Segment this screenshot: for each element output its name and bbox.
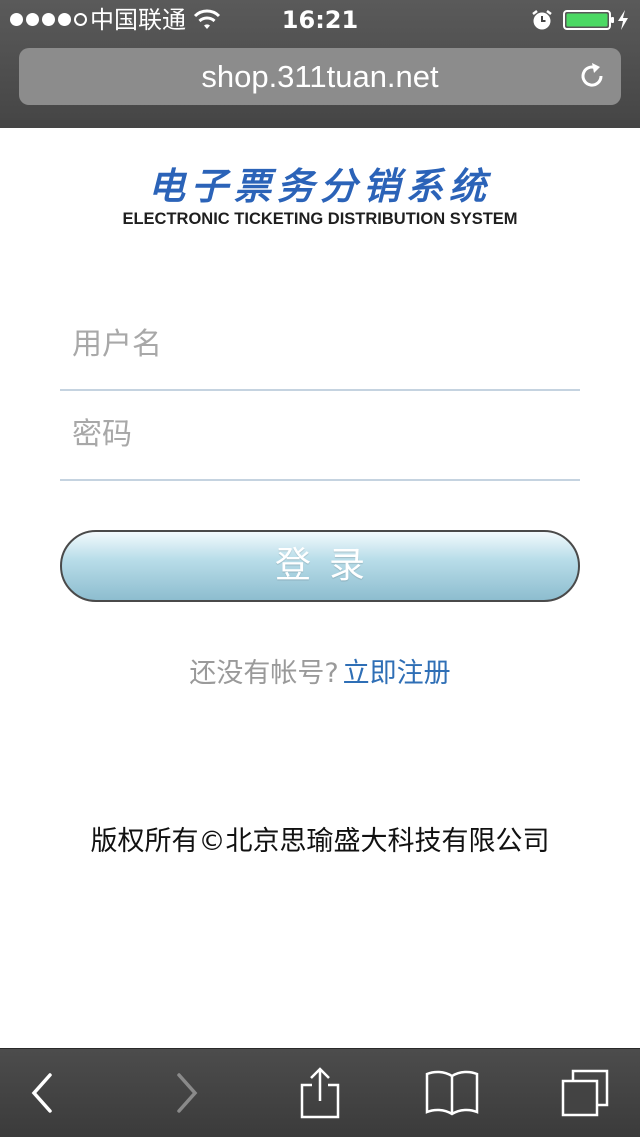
tabs-button[interactable] <box>545 1049 625 1137</box>
register-link[interactable]: 立即注册 <box>343 658 451 689</box>
logo-title-cn: 电子票务分销系统 <box>148 164 492 208</box>
battery-icon <box>563 10 614 30</box>
tabs-icon <box>561 1069 609 1117</box>
back-button[interactable] <box>3 1049 83 1137</box>
url-text[interactable]: shop.311tuan.net <box>19 48 621 105</box>
login-button[interactable]: 登录 <box>60 530 580 602</box>
address-bar[interactable]: shop.311tuan.net <box>19 48 621 105</box>
charging-icon <box>618 10 628 30</box>
forward-icon <box>177 1073 198 1113</box>
username-input[interactable] <box>60 319 580 369</box>
bookmarks-icon <box>425 1070 479 1116</box>
browser-toolbar <box>0 1048 640 1137</box>
password-input[interactable] <box>60 409 580 459</box>
alarm-icon <box>532 10 552 30</box>
password-field <box>60 391 580 481</box>
share-icon <box>300 1067 340 1119</box>
register-question: 还没有帐号? <box>189 658 339 689</box>
username-field <box>60 301 580 391</box>
share-button[interactable] <box>280 1049 360 1137</box>
forward-button[interactable] <box>146 1049 226 1137</box>
logo-title-en: ELECTRONIC TICKETING DISTRIBUTION SYSTEM <box>122 210 518 228</box>
back-icon <box>31 1073 52 1113</box>
reload-icon[interactable] <box>577 61 607 91</box>
status-bar: 中国联通 16:21 <box>0 0 640 40</box>
copyright-text: 版权所有©北京思瑜盛大科技有限公司 <box>90 826 550 857</box>
register-prompt: 还没有帐号? 立即注册 <box>0 655 640 693</box>
browser-chrome: 中国联通 16:21 shop.311tuan.net <box>0 0 640 128</box>
bookmarks-button[interactable] <box>412 1049 492 1137</box>
system-logo: 电子票务分销系统 ELECTRONIC TICKETING DISTRIBUTI… <box>90 164 550 234</box>
